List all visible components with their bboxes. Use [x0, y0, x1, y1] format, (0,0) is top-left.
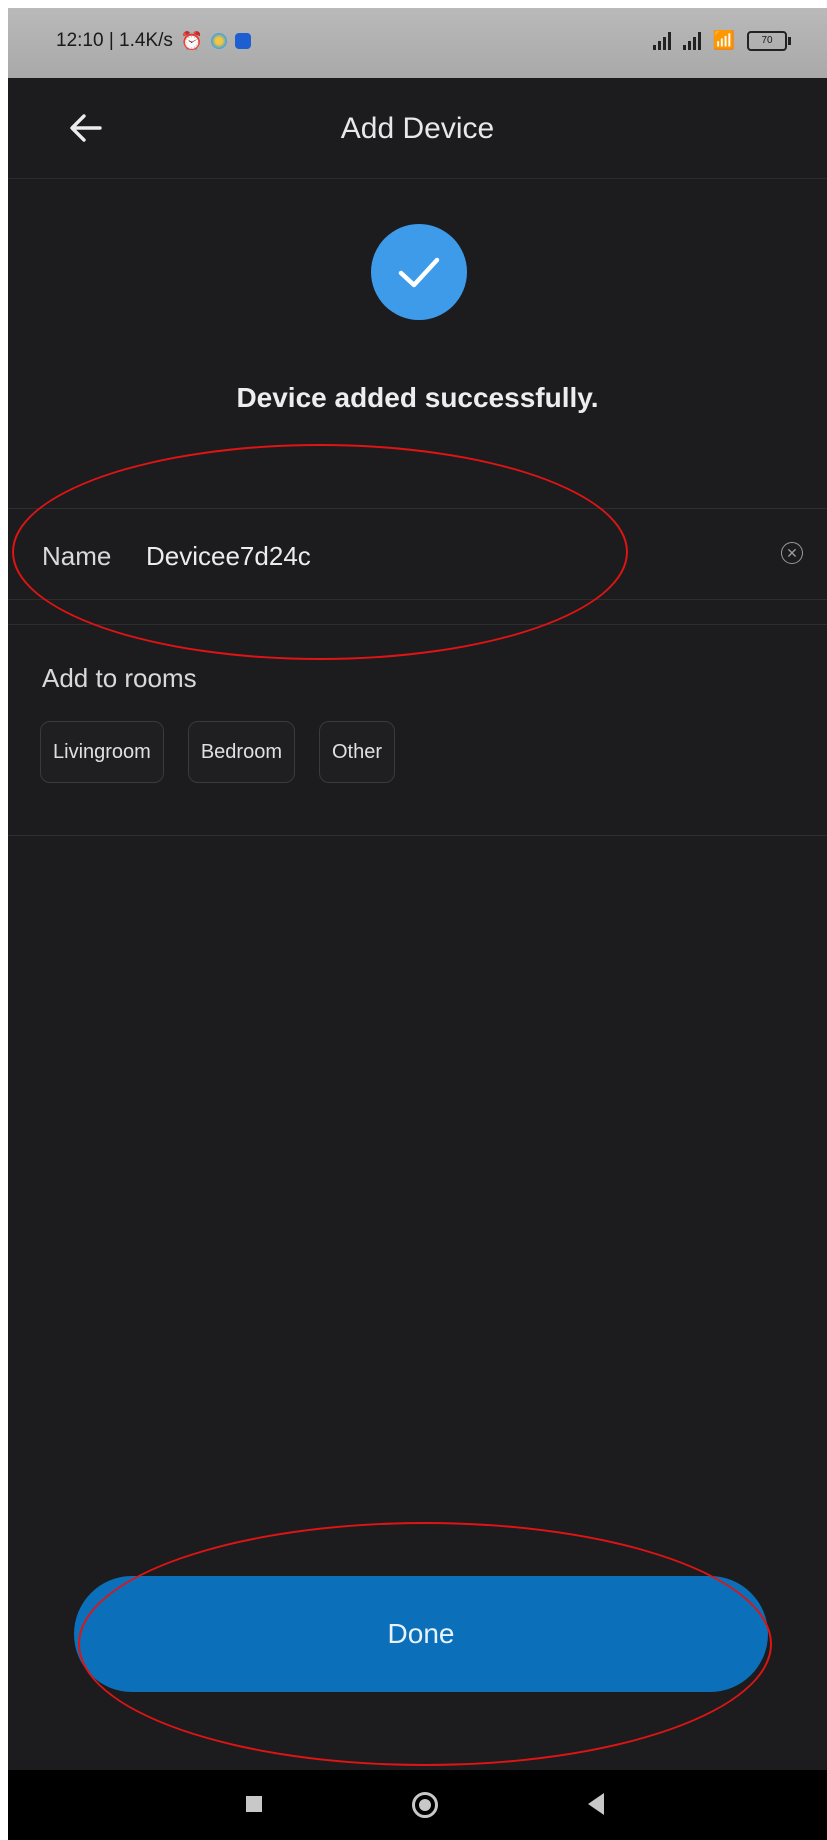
room-chip-bedroom[interactable]: Bedroom	[187, 721, 295, 783]
app-notification-icon	[211, 33, 228, 49]
clear-input-icon[interactable]: ✕	[781, 542, 803, 564]
phone-screen: 12:10 | 1.4K/s ⏰ 📶 70 Add Device Device …	[8, 8, 827, 1840]
status-bar: 12:10 | 1.4K/s ⏰ 📶 70	[8, 8, 827, 78]
home-button[interactable]	[412, 1792, 438, 1818]
name-field-row[interactable]: Name Devicee7d24c ✕	[8, 508, 827, 600]
room-chip-livingroom[interactable]: Livingroom	[40, 721, 164, 783]
success-check-icon	[371, 224, 467, 320]
room-chips: Livingroom Bedroom Other	[40, 721, 396, 783]
success-message: Device added successfully.	[236, 382, 599, 413]
alarm-icon: ⏰	[180, 30, 204, 51]
done-button[interactable]: Done	[74, 1576, 768, 1692]
recents-button[interactable]	[246, 1796, 262, 1812]
system-back-button[interactable]	[588, 1793, 604, 1815]
message-notification-icon	[235, 33, 252, 49]
device-name-input[interactable]: Devicee7d24c	[146, 541, 311, 572]
rooms-label: Add to rooms	[42, 663, 197, 693]
rooms-section: Add to rooms Livingroom Bedroom Other	[8, 624, 827, 836]
room-chip-other[interactable]: Other	[318, 721, 396, 783]
page-title: Add Device	[340, 112, 495, 145]
signal-icon	[652, 31, 671, 50]
battery-icon: 70	[747, 30, 791, 51]
status-time: 12:10 | 1.4K/s	[56, 30, 173, 51]
wifi-icon: 📶	[712, 30, 735, 50]
name-label: Name	[42, 541, 112, 571]
system-nav-bar	[8, 1770, 827, 1840]
signal-icon-2	[682, 31, 701, 50]
header: Add Device	[8, 78, 827, 179]
